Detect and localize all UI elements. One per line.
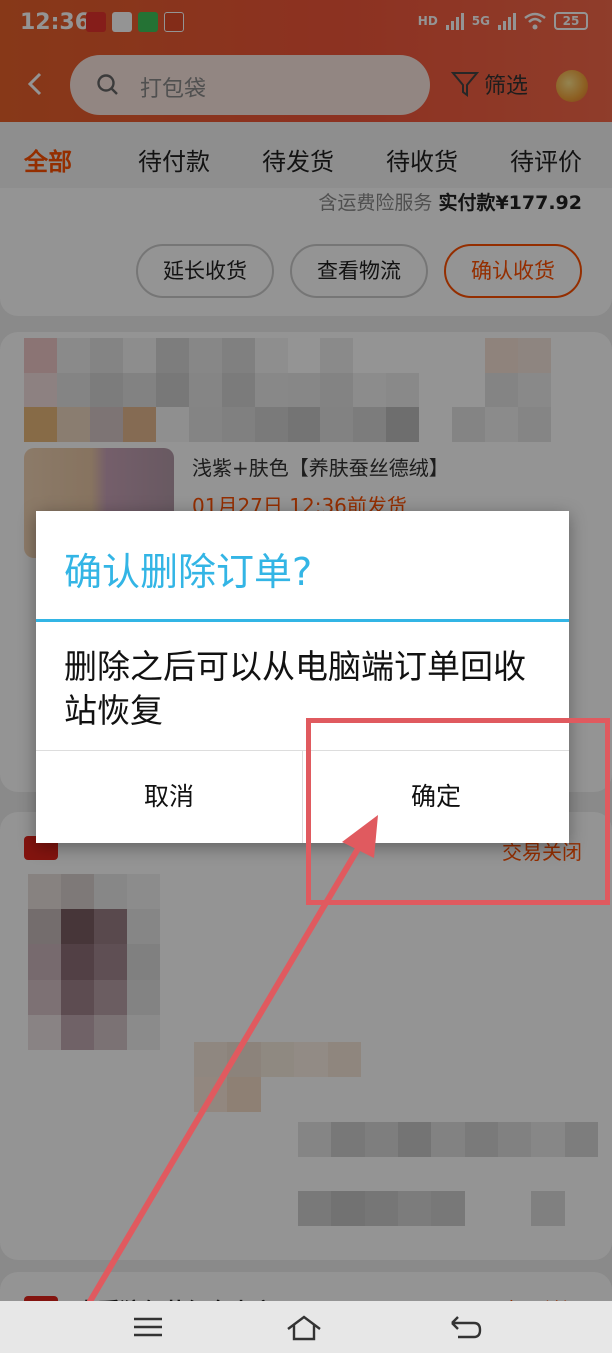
system-nav-bar (0, 1301, 612, 1353)
pointer-arrow-icon (73, 815, 378, 1328)
back-icon[interactable] (444, 1311, 484, 1343)
home-icon[interactable] (284, 1311, 324, 1343)
menu-icon[interactable] (128, 1311, 168, 1343)
